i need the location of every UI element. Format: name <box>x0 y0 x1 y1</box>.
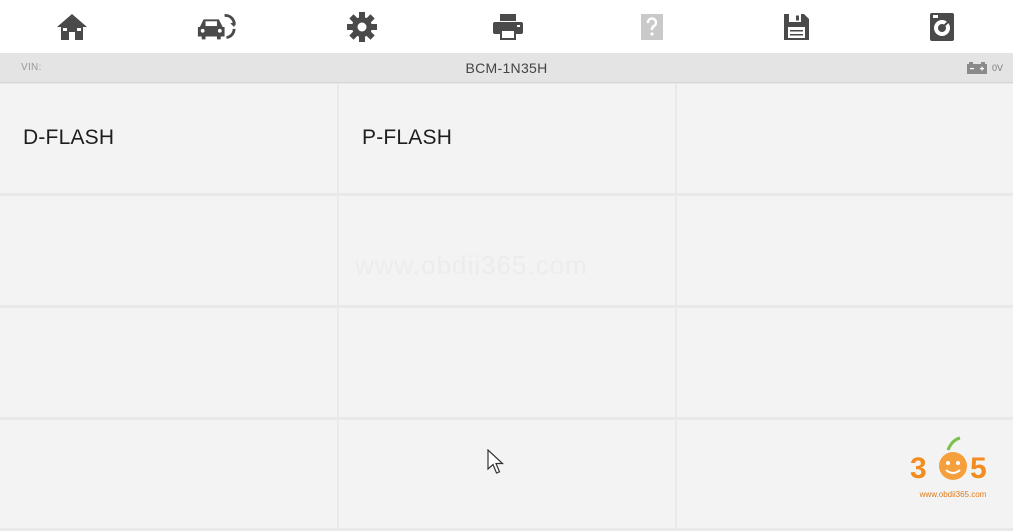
voltage-value: 0V <box>991 63 1003 73</box>
svg-text:3: 3 <box>910 452 927 485</box>
logo-graphic: 3 5 <box>910 436 987 485</box>
settings-button[interactable] <box>342 8 382 46</box>
gear-icon <box>347 12 377 42</box>
home-button[interactable] <box>52 8 92 46</box>
menu-item-empty <box>677 84 1013 193</box>
battery-icon <box>966 62 987 74</box>
status-bar: VIN: BCM-1N35H 0V <box>0 53 1013 83</box>
battery-voltage: 0V <box>966 62 1003 74</box>
vehicle-swap-button[interactable] <box>196 8 236 46</box>
svg-text:5: 5 <box>970 452 987 485</box>
menu-item-empty <box>339 308 675 417</box>
menu-item-label: D-FLASH <box>23 126 115 149</box>
print-button[interactable] <box>488 8 528 46</box>
menu-item-empty <box>339 196 675 305</box>
vehicle-swap-icon <box>197 14 236 40</box>
menu-item-label: P-FLASH <box>362 126 453 149</box>
function-menu-grid: D-FLASH P-FLASH <box>0 84 1013 531</box>
module-title: BCM-1N35H <box>465 60 548 76</box>
data-logging-icon <box>930 13 954 41</box>
help-button[interactable] <box>632 8 672 46</box>
menu-item-empty <box>0 308 337 417</box>
menu-item-empty <box>339 420 675 528</box>
menu-item-d-flash[interactable]: D-FLASH <box>0 84 337 193</box>
printer-icon <box>493 14 523 40</box>
menu-item-p-flash[interactable]: P-FLASH <box>339 84 675 193</box>
home-icon <box>57 14 87 40</box>
menu-item-empty <box>0 196 337 305</box>
menu-item-empty <box>677 308 1013 417</box>
top-toolbar <box>0 0 1013 53</box>
mouse-cursor-icon <box>487 449 505 474</box>
menu-item-empty <box>677 196 1013 305</box>
data-logging-button[interactable] <box>922 8 962 46</box>
floppy-disk-icon <box>784 14 809 40</box>
logo-site-url: www.obdii365.com <box>919 490 987 499</box>
menu-item-empty <box>0 420 337 528</box>
help-icon <box>641 14 663 40</box>
save-button[interactable] <box>776 8 816 46</box>
obdii365-logo: 3 5 www.obdii365.com <box>908 436 998 502</box>
